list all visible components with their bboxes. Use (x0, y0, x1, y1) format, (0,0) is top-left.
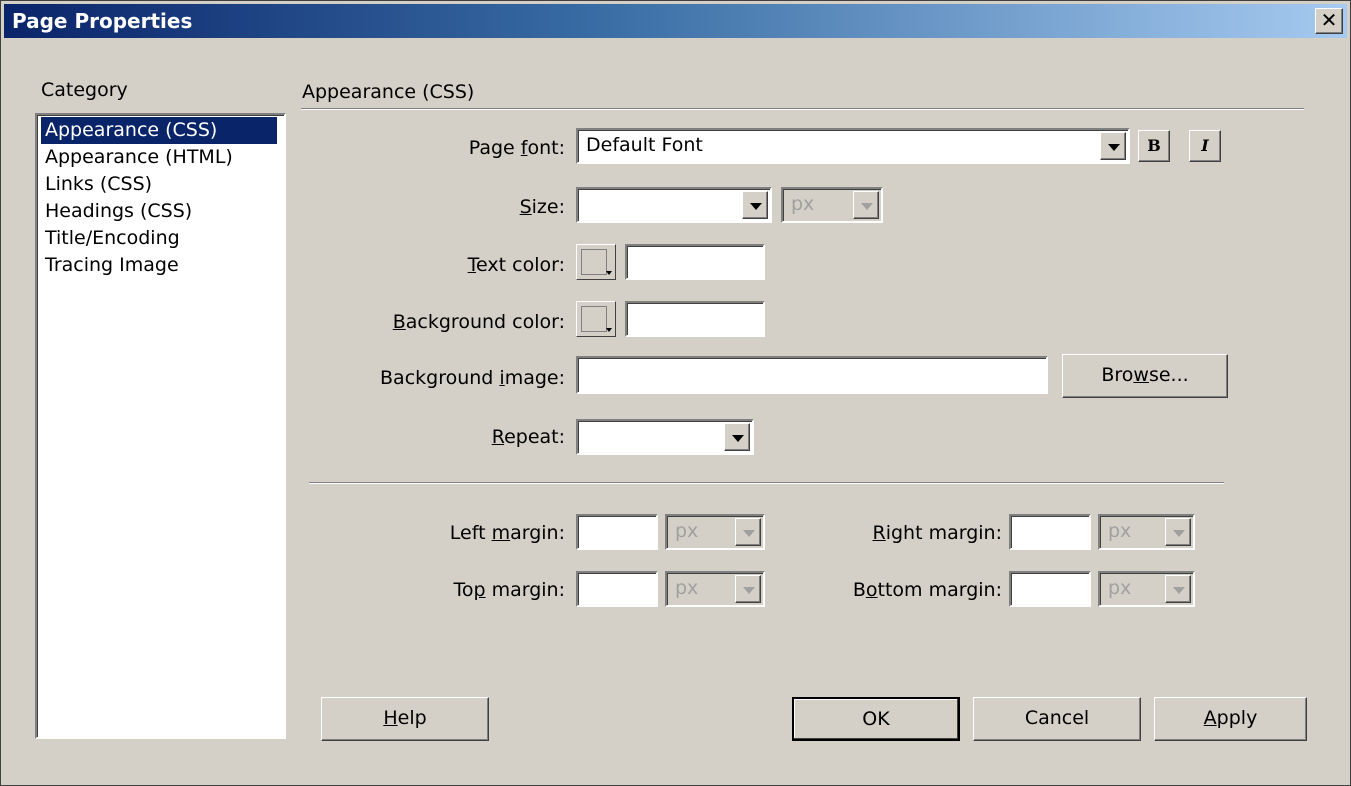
left-margin-label: Left margin: (449, 522, 565, 544)
help-button[interactable]: Help (321, 697, 489, 741)
text-color-label: Text color: (467, 254, 565, 276)
browse-button[interactable]: Browse... (1062, 354, 1228, 398)
category-item-headings-css[interactable]: Headings (CSS) (41, 198, 196, 225)
category-list[interactable]: Appearance (CSS) Appearance (HTML) Links… (35, 113, 286, 739)
left-margin-unit-dropdown-button[interactable] (735, 518, 761, 546)
section-title: Appearance (CSS) (302, 81, 475, 103)
background-image-input[interactable] (576, 356, 1048, 394)
cancel-button[interactable]: Cancel (973, 697, 1141, 741)
title-bar[interactable]: Page Properties ✕ (4, 4, 1347, 38)
page-properties-dialog: Page Properties ✕ Category Appearance (C… (0, 0, 1351, 786)
margins-divider (309, 482, 1224, 484)
window-title: Page Properties (12, 9, 193, 33)
bottom-margin-label: Bottom margin: (852, 579, 1002, 601)
repeat-dropdown-button[interactable] (724, 423, 750, 451)
bottom-margin-unit-select[interactable]: px (1098, 571, 1195, 607)
category-item-appearance-html[interactable]: Appearance (HTML) (41, 144, 237, 171)
category-item-tracing-image[interactable]: Tracing Image (41, 252, 183, 279)
page-font-value: Default Font (586, 134, 703, 156)
category-item-appearance-css[interactable]: Appearance (CSS) (41, 117, 277, 144)
background-color-swatch[interactable] (576, 301, 616, 337)
background-image-label: Background image: (380, 367, 565, 389)
right-margin-label: Right margin: (872, 522, 1003, 544)
bottom-margin-input[interactable] (1009, 571, 1091, 607)
text-color-swatch[interactable] (576, 244, 616, 280)
page-font-select[interactable]: Default Font (576, 128, 1130, 164)
right-margin-input[interactable] (1009, 514, 1091, 550)
size-dropdown-button[interactable] (742, 191, 768, 219)
bottom-margin-unit-dropdown-button[interactable] (1165, 575, 1191, 603)
category-heading: Category (41, 79, 128, 101)
category-item-title-encoding[interactable]: Title/Encoding (41, 225, 184, 252)
category-item-links-css[interactable]: Links (CSS) (41, 171, 156, 198)
text-color-input[interactable] (625, 244, 765, 280)
section-divider (301, 108, 1304, 110)
background-color-label: Background color: (392, 311, 565, 333)
right-margin-unit-select[interactable]: px (1098, 514, 1195, 550)
size-unit-select[interactable]: px (781, 187, 883, 223)
right-margin-unit-dropdown-button[interactable] (1165, 518, 1191, 546)
size-unit-value: px (791, 193, 815, 215)
background-color-input[interactable] (625, 301, 765, 337)
apply-button[interactable]: Apply (1154, 697, 1307, 741)
close-icon: ✕ (1320, 8, 1338, 32)
top-margin-label: Top margin: (453, 579, 565, 601)
size-label: Size: (519, 196, 565, 218)
page-font-dropdown-button[interactable] (1100, 132, 1126, 160)
ok-button[interactable]: OK (792, 697, 960, 741)
top-margin-unit-select[interactable]: px (665, 571, 765, 607)
repeat-select[interactable] (576, 419, 754, 455)
top-margin-unit-dropdown-button[interactable] (735, 575, 761, 603)
left-margin-unit-select[interactable]: px (665, 514, 765, 550)
size-select[interactable] (576, 187, 772, 223)
italic-button[interactable]: I (1189, 130, 1221, 162)
left-margin-input[interactable] (576, 514, 658, 550)
size-unit-dropdown-button[interactable] (853, 191, 879, 219)
page-font-label: Page font: (468, 137, 565, 159)
close-button[interactable]: ✕ (1315, 8, 1343, 34)
bold-button[interactable]: B (1138, 130, 1170, 162)
repeat-label: Repeat: (491, 426, 565, 448)
top-margin-input[interactable] (576, 571, 658, 607)
